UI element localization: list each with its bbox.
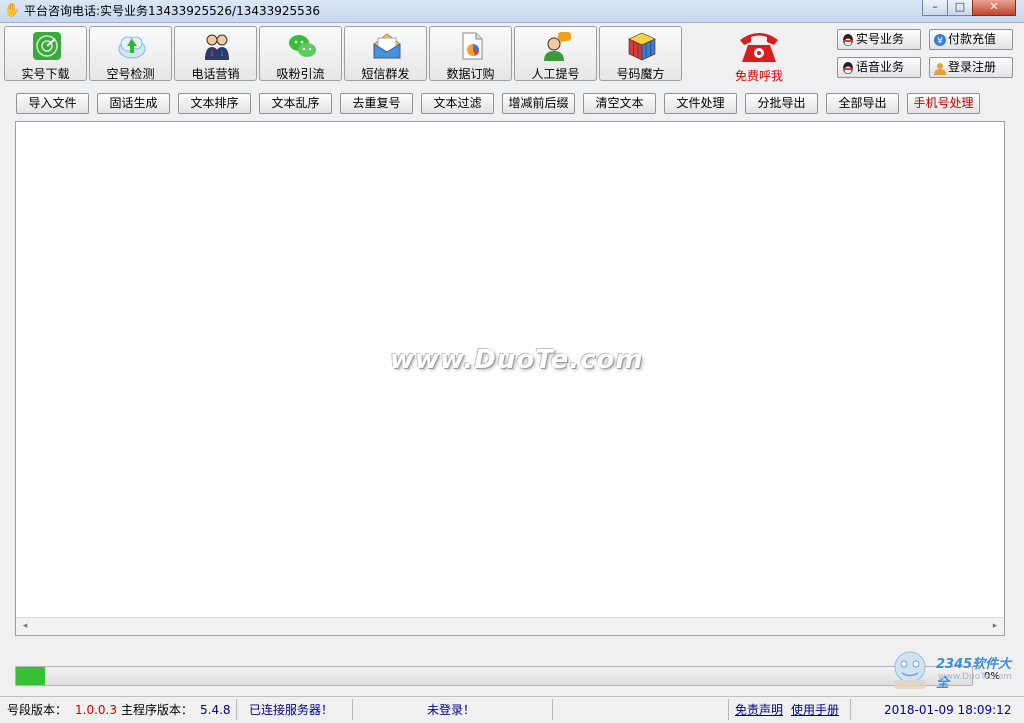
toolbar-button-sms-broadcast[interactable]: 短信群发 [344, 26, 427, 81]
landline-generate-button[interactable]: 固话生成 [97, 93, 170, 114]
rubiks-cube-icon [628, 32, 656, 61]
business-people-icon [205, 34, 229, 60]
toolbar-button-empty-number-check[interactable]: 空号检测 [89, 26, 172, 81]
voice-service-button[interactable]: 语音业务 [837, 57, 921, 78]
segment-version-value: 1.0.0.3 [75, 703, 117, 717]
status-separator [728, 699, 729, 720]
side-button-label: 登录注册 [948, 60, 997, 74]
envelope-icon [373, 33, 401, 59]
toolbar-label: 短信群发 [361, 67, 410, 81]
side-button-label: 实号业务 [856, 32, 905, 46]
toolbar-button-manual-extraction[interactable]: 人工提号 [514, 26, 597, 81]
real-number-service-button[interactable]: 实号业务 [837, 29, 921, 50]
toolbar-button-telemarketing[interactable]: 电话营销 [174, 26, 257, 81]
hand-icon: ✋ [4, 3, 21, 18]
clear-text-button[interactable]: 清空文本 [583, 93, 656, 114]
toolbar-label: 实号下载 [21, 67, 70, 81]
side-button-label: 语音业务 [856, 60, 905, 74]
radar-icon [33, 32, 61, 60]
status-separator [352, 699, 353, 720]
scroll-left-arrow-icon[interactable]: ◂ [18, 619, 32, 633]
disclaimer-link[interactable]: 免责声明 [735, 702, 783, 718]
toolbar-label: 吸粉引流 [276, 67, 325, 81]
text-sort-button[interactable]: 文本排序 [178, 93, 251, 114]
status-bar: 号段版本： 1.0.0.3 主程序版本： 5.4.8 已连接服务器！ 未登录！ … [0, 696, 1024, 723]
toolbar-button-real-number-download[interactable]: 实号下载 [4, 26, 87, 81]
mobile-process-button[interactable]: 手机号处理 [907, 93, 980, 114]
watermark: www.DuoTe.com [390, 345, 644, 375]
pie-document-icon [462, 32, 483, 60]
status-separator [552, 699, 553, 720]
red-telephone-icon [740, 33, 778, 62]
export-all-button[interactable]: 全部导出 [826, 93, 899, 114]
login-status: 未登录！ [427, 703, 476, 717]
dedupe-button[interactable]: 去重复号 [340, 93, 413, 114]
close-button[interactable]: ✕ [972, 0, 1016, 16]
progress-bar [15, 666, 973, 686]
number-text-area[interactable]: ◂ ▸ [15, 121, 1005, 636]
qq-penguin-icon [843, 34, 853, 46]
window-title: 平台咨询电话:实号业务13433925526/13433925536 [24, 4, 321, 18]
toolbar-label: 电话营销 [191, 67, 240, 81]
progress-fill [16, 667, 45, 685]
login-register-button[interactable]: 登录注册 [929, 57, 1013, 78]
import-file-button[interactable]: 导入文件 [16, 93, 89, 114]
logo-subtext: www.DuoTe.com [938, 672, 1012, 682]
side-button-label: 付款充值 [948, 32, 997, 46]
free-call-button[interactable]: 免费呼我 [722, 26, 796, 84]
status-separator [236, 699, 237, 720]
toolbar-label: 人工提号 [531, 67, 580, 81]
toolbar-button-attract-fans[interactable]: 吸粉引流 [259, 26, 342, 81]
minimize-button[interactable]: – [922, 0, 948, 16]
title-bar[interactable]: ✋ 平台咨询电话:实号业务13433925526/13433925536 – □… [0, 0, 1024, 23]
prefix-suffix-button[interactable]: 增减前后缀 [502, 93, 575, 114]
toolbar-label: 空号检测 [106, 67, 155, 81]
support-agent-icon [544, 32, 571, 61]
free-call-label: 免费呼我 [734, 69, 783, 83]
toolbar-button-number-cube[interactable]: 号码魔方 [599, 26, 682, 81]
scroll-right-arrow-icon[interactable]: ▸ [988, 619, 1002, 633]
maximize-button[interactable]: □ [947, 0, 973, 16]
horizontal-scrollbar[interactable]: ◂ ▸ [16, 617, 1004, 635]
text-shuffle-button[interactable]: 文本乱序 [259, 93, 332, 114]
svg-text:¥: ¥ [937, 37, 943, 47]
recharge-button[interactable]: ¥ 付款充值 [929, 29, 1013, 50]
text-filter-button[interactable]: 文本过滤 [421, 93, 494, 114]
site-logo: 2345软件大全 www.DuoTe.com [884, 645, 1024, 695]
user-login-icon [934, 63, 946, 75]
manual-link[interactable]: 使用手册 [791, 702, 839, 718]
status-separator [850, 699, 851, 720]
recharge-icon: ¥ [934, 34, 946, 47]
wechat-icon [289, 35, 316, 57]
file-process-button[interactable]: 文件处理 [664, 93, 737, 114]
toolbar-label: 号码魔方 [616, 67, 665, 81]
toolbar-button-data-order[interactable]: 数据订购 [429, 26, 512, 81]
main-version-value: 5.4.8 [200, 703, 231, 717]
status-datetime: 2018-01-09 18:09:12 [884, 703, 1012, 717]
cloud-upload-icon [118, 36, 146, 59]
qq-penguin-icon [843, 62, 853, 74]
batch-export-button[interactable]: 分批导出 [745, 93, 818, 114]
toolbar-label: 数据订购 [446, 67, 495, 81]
mascot-icon [894, 651, 926, 689]
server-status: 已连接服务器！ [249, 703, 334, 717]
main-version-label: 主程序版本： [121, 703, 194, 717]
segment-version-label: 号段版本： [7, 703, 68, 717]
